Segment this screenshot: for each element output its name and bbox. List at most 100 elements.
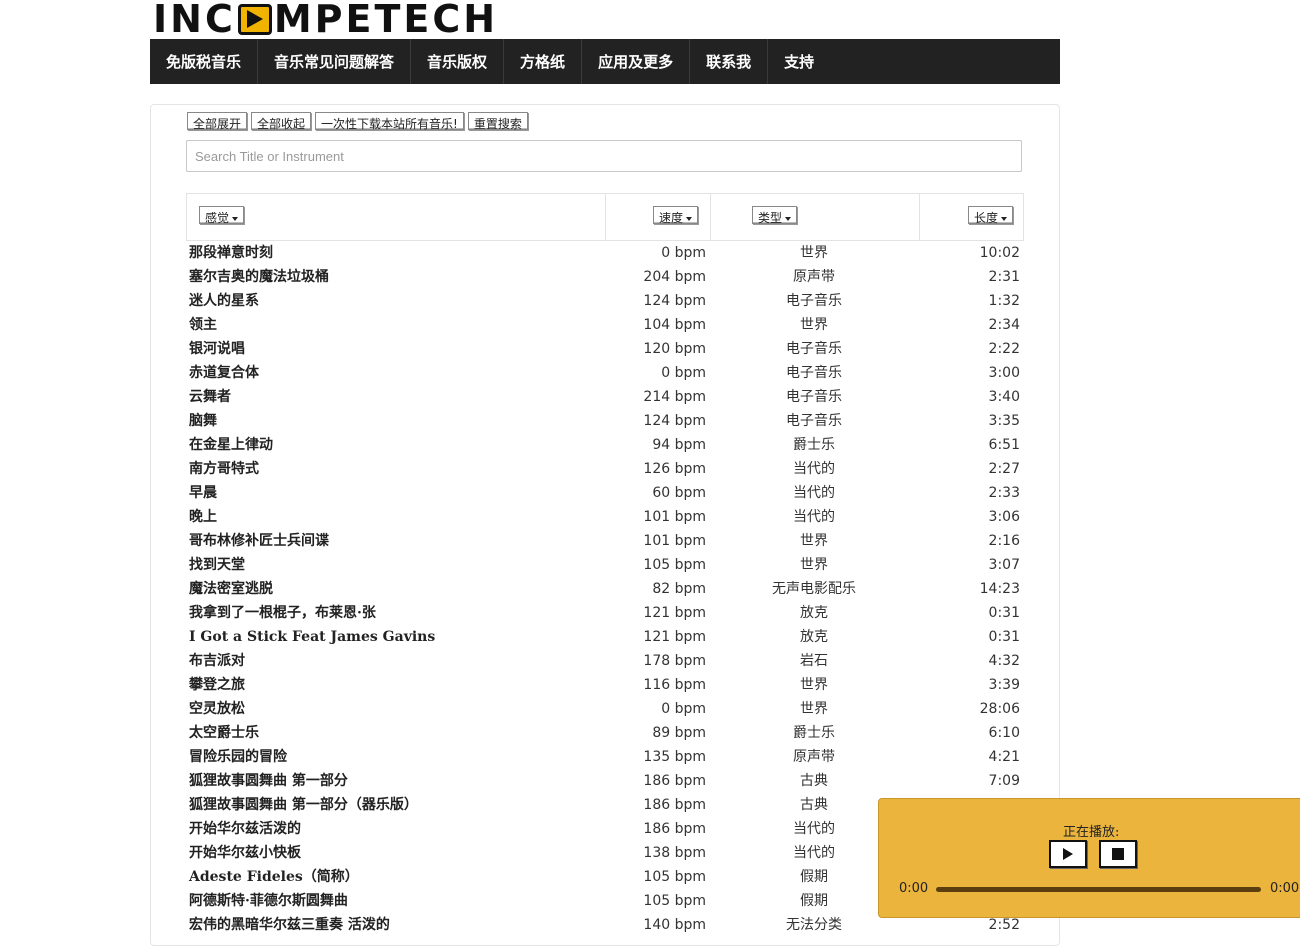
track-genre: 无法分类	[786, 917, 842, 933]
table-row[interactable]: 南方哥特式 126 bpm 当代的 2:27	[188, 457, 1022, 481]
track-title: 塞尔吉奥的魔法垃圾桶	[189, 269, 329, 285]
header-cell-feel: 感觉	[187, 194, 606, 240]
collapse-all-button[interactable]: 全部收起	[251, 112, 312, 131]
header-cell-speed: 速度	[606, 194, 711, 240]
track-speed: 120 bpm	[643, 341, 706, 357]
track-genre: 世界	[800, 245, 828, 261]
table-row[interactable]: 迷人的星系 124 bpm 电子音乐 1:32	[188, 289, 1022, 313]
nav-item-music-copyright[interactable]: 音乐版权	[411, 39, 505, 84]
track-title: 阿德斯特·菲德尔斯圆舞曲	[189, 893, 348, 909]
track-genre: 岩石	[800, 653, 828, 669]
table-row[interactable]: 那段禅意时刻 0 bpm 世界 10:02	[188, 241, 1022, 265]
track-genre: 无声电影配乐	[772, 581, 856, 597]
track-title: 狐狸故事圆舞曲 第一部分（器乐版）	[189, 797, 418, 813]
nav-item-music-faq[interactable]: 音乐常见问题解答	[258, 39, 412, 84]
track-title: 攀登之旅	[189, 677, 245, 693]
table-row[interactable]: 银河说唱 120 bpm 电子音乐 2:22	[188, 337, 1022, 361]
table-row[interactable]: 晚上 101 bpm 当代的 3:06	[188, 505, 1022, 529]
caret-down-icon	[785, 216, 792, 221]
table-row[interactable]: 冒险乐园的冒险 135 bpm 原声带 4:21	[188, 745, 1022, 769]
table-row[interactable]: 狐狸故事圆舞曲 第一部分 186 bpm 古典 7:09	[188, 769, 1022, 793]
site-logo[interactable]: INC MPETECH	[153, 0, 498, 41]
track-speed: 105 bpm	[643, 893, 706, 909]
table-row[interactable]: 塞尔吉奥的魔法垃圾桶 204 bpm 原声带 2:31	[188, 265, 1022, 289]
nav-item-royalty-free-music[interactable]: 免版税音乐	[150, 39, 259, 84]
table-row[interactable]: 在金星上律动 94 bpm 爵士乐 6:51	[188, 433, 1022, 457]
table-row[interactable]: 赤道复合体 0 bpm 电子音乐 3:00	[188, 361, 1022, 385]
track-genre: 原声带	[793, 269, 835, 285]
main-nav: 免版税音乐 音乐常见问题解答 音乐版权 方格纸 应用及更多 联系我 支持	[150, 39, 1060, 84]
nav-item-apps-more[interactable]: 应用及更多	[582, 39, 691, 84]
table-row[interactable]: 布吉派对 178 bpm 岩石 4:32	[188, 649, 1022, 673]
nav-item-graph-paper[interactable]: 方格纸	[504, 39, 583, 84]
table-row[interactable]: 魔法密室逃脱 82 bpm 无声电影配乐 14:23	[188, 577, 1022, 601]
track-speed: 186 bpm	[643, 797, 706, 813]
track-speed: 126 bpm	[643, 461, 706, 477]
track-speed: 121 bpm	[643, 605, 706, 621]
table-row[interactable]: 脑舞 124 bpm 电子音乐 3:35	[188, 409, 1022, 433]
track-title: 太空爵士乐	[189, 725, 259, 741]
table-row[interactable]: 空灵放松 0 bpm 世界 28:06	[188, 697, 1022, 721]
table-row[interactable]: 云舞者 214 bpm 电子音乐 3:40	[188, 385, 1022, 409]
track-title: 开始华尔兹活泼的	[189, 821, 301, 837]
track-title: 空灵放松	[189, 701, 245, 717]
table-row[interactable]: 领主 104 bpm 世界 2:34	[188, 313, 1022, 337]
track-title: 找到天堂	[189, 557, 245, 573]
stop-icon	[1112, 848, 1124, 860]
track-genre: 原声带	[793, 749, 835, 765]
track-genre: 放克	[800, 605, 828, 621]
length-sort-label: 长度	[973, 211, 998, 225]
caret-down-icon	[232, 216, 239, 221]
caret-down-icon	[1001, 216, 1007, 221]
track-title: Adeste Fideles（简称）	[189, 869, 359, 885]
track-length: 6:51	[988, 437, 1020, 453]
total-time: 0:00	[1270, 881, 1300, 896]
audio-player: 正在播放: 0:00 0:00	[878, 798, 1300, 918]
track-length: 3:00	[988, 365, 1020, 381]
track-speed: 82 bpm	[652, 581, 706, 597]
track-speed: 0 bpm	[661, 365, 706, 381]
logo-text-prefix: INC	[153, 0, 236, 41]
length-sort-button[interactable]: 长度	[967, 206, 1013, 225]
track-genre: 当代的	[793, 845, 835, 861]
feel-sort-button[interactable]: 感觉	[199, 206, 245, 225]
track-length: 2:22	[988, 341, 1020, 357]
track-title: 脑舞	[189, 413, 217, 429]
play-button[interactable]	[1049, 840, 1087, 868]
progress-track[interactable]	[936, 887, 1261, 892]
track-title: 哥布林修补匠士兵间谍	[189, 533, 329, 549]
track-length: 4:32	[988, 653, 1020, 669]
track-genre: 当代的	[793, 821, 835, 837]
nav-item-support[interactable]: 支持	[768, 39, 830, 84]
track-genre: 世界	[800, 533, 828, 549]
track-title: 我拿到了一根棍子，布莱恩·张	[189, 605, 376, 621]
search-input[interactable]	[186, 140, 1022, 172]
track-speed: 60 bpm	[652, 485, 706, 501]
table-row[interactable]: 哥布林修补匠士兵间谍 101 bpm 世界 2:16	[188, 529, 1022, 553]
track-speed: 138 bpm	[643, 845, 706, 861]
track-genre: 爵士乐	[793, 725, 835, 741]
reset-search-button[interactable]: 重置搜索	[467, 112, 528, 131]
track-genre: 古典	[800, 773, 828, 789]
track-length: 3:07	[988, 557, 1020, 573]
table-row[interactable]: 攀登之旅 116 bpm 世界 3:39	[188, 673, 1022, 697]
track-length: 10:02	[979, 245, 1020, 261]
stop-button[interactable]	[1099, 840, 1137, 868]
table-row[interactable]: I Got a Stick Feat James Gavins 121 bpm 放克…	[188, 625, 1022, 649]
download-all-button[interactable]: 一次性下载本站所有音乐!	[315, 112, 464, 131]
table-row[interactable]: 我拿到了一根棍子，布莱恩·张 121 bpm 放克 0:31	[188, 601, 1022, 625]
now-playing-label: 正在播放:	[1063, 825, 1120, 840]
track-speed: 186 bpm	[643, 773, 706, 789]
expand-all-button[interactable]: 全部展开	[187, 112, 248, 131]
nav-item-contact[interactable]: 联系我	[690, 39, 769, 84]
track-genre: 当代的	[793, 485, 835, 501]
track-length: 2:16	[988, 533, 1020, 549]
track-length: 2:31	[988, 269, 1020, 285]
speed-sort-button[interactable]: 速度	[652, 206, 698, 225]
header-cell-length: 长度	[920, 194, 1023, 240]
table-row[interactable]: 早晨 60 bpm 当代的 2:33	[188, 481, 1022, 505]
genre-sort-button[interactable]: 类型	[752, 206, 798, 225]
table-row[interactable]: 太空爵士乐 89 bpm 爵士乐 6:10	[188, 721, 1022, 745]
table-row[interactable]: 找到天堂 105 bpm 世界 3:07	[188, 553, 1022, 577]
track-length: 14:23	[979, 581, 1020, 597]
